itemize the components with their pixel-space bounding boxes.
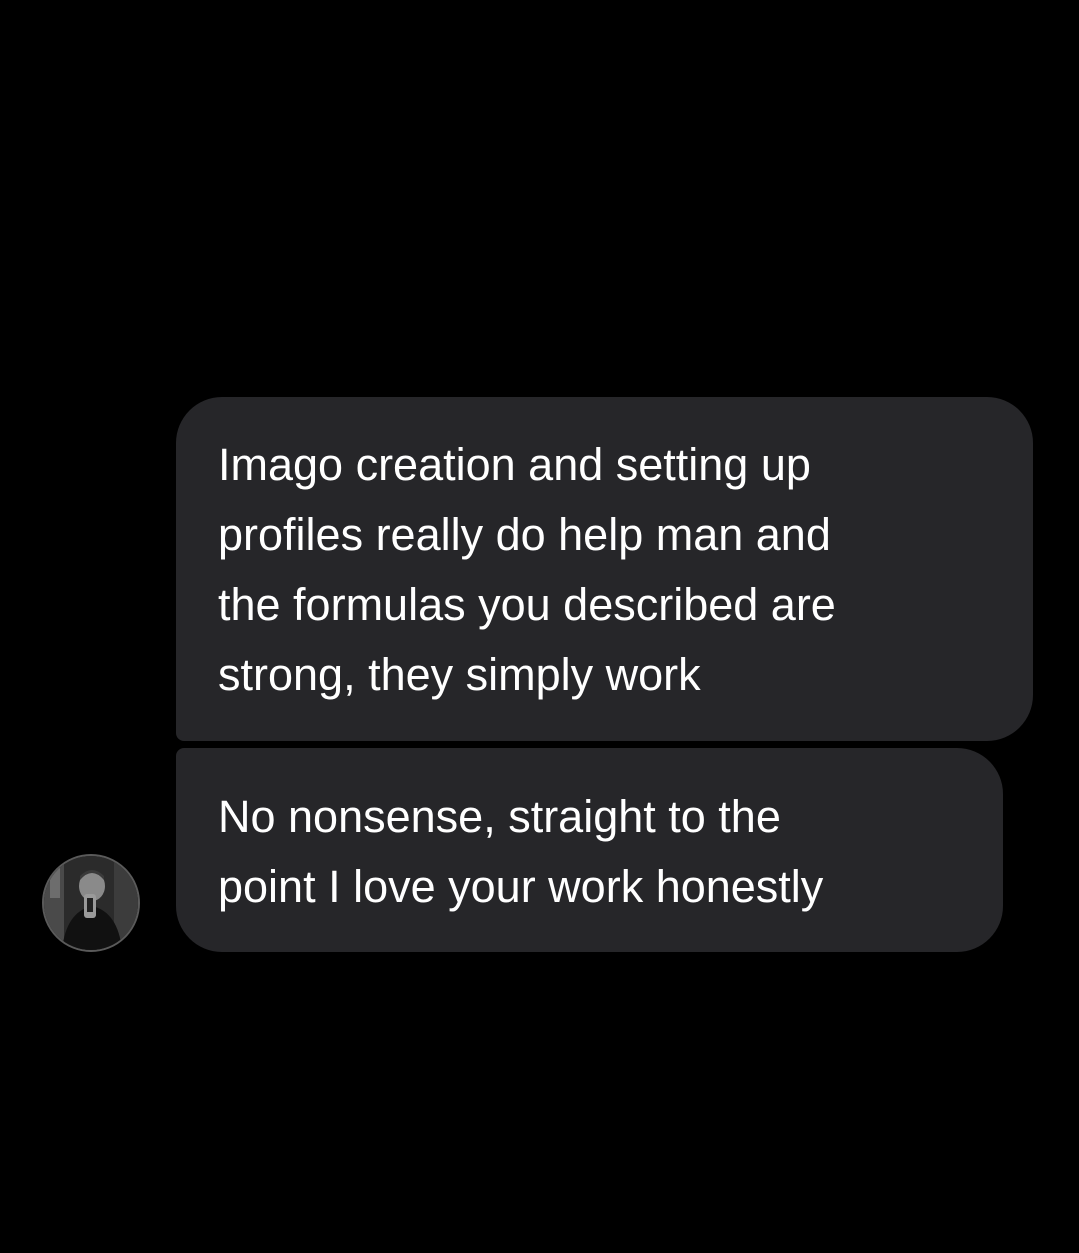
- message-bubble[interactable]: Imago creation and setting up profiles r…: [176, 397, 1033, 741]
- message-thread: Imago creation and setting up profiles r…: [0, 0, 1079, 1253]
- message-bubble[interactable]: No nonsense, straight to the point I lov…: [176, 748, 1003, 952]
- profile-photo-avatar-icon: [44, 856, 138, 950]
- avatar[interactable]: [42, 854, 140, 952]
